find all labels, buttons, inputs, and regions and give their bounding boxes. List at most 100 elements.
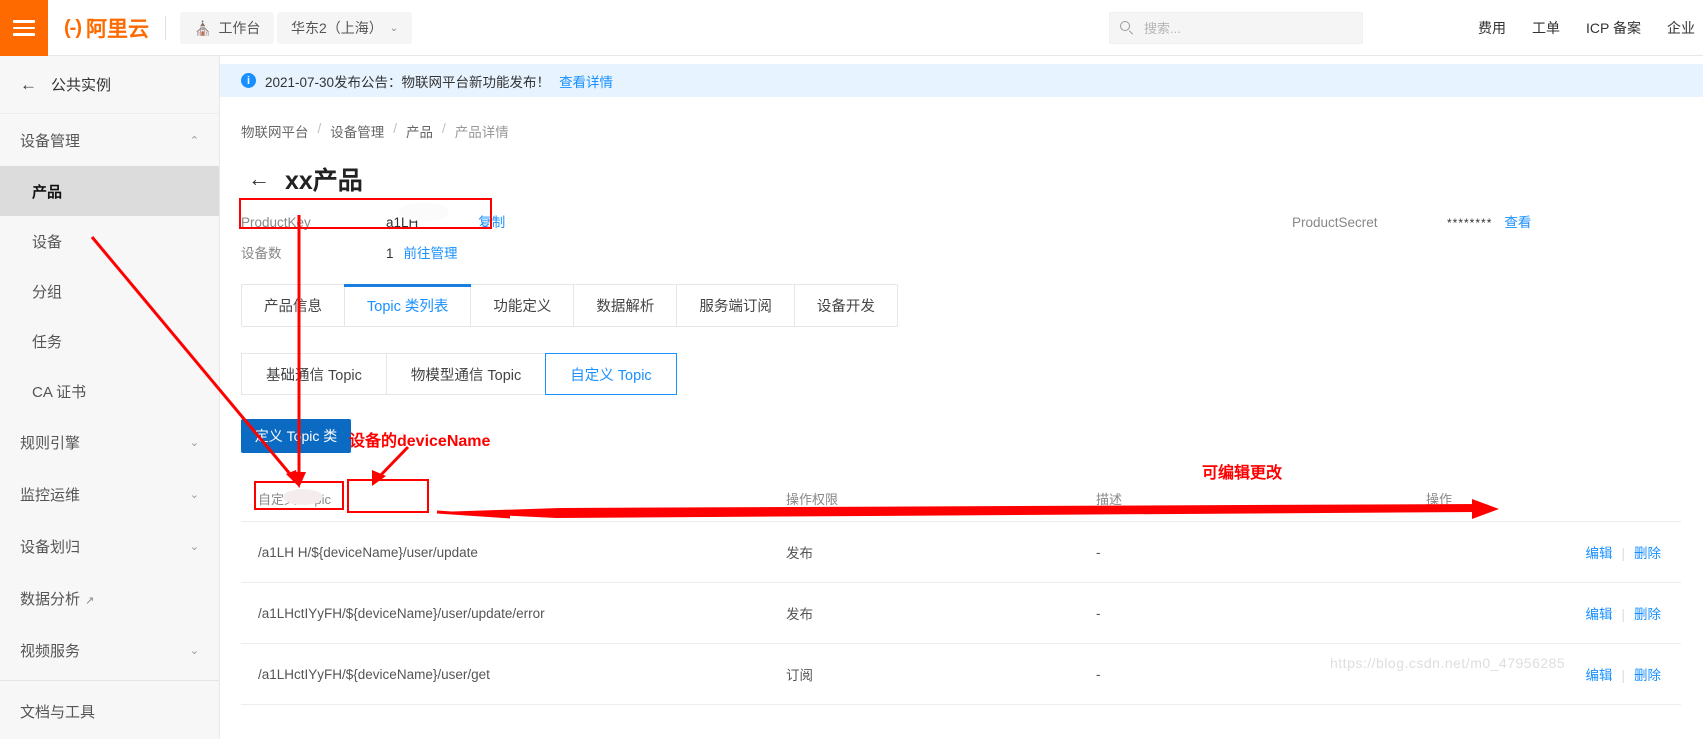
sidebar-item-task[interactable]: 任务 — [0, 316, 219, 366]
sidebar-item-label: 任务 — [32, 333, 63, 351]
delete-topic-link[interactable]: 删除 — [1634, 607, 1661, 622]
sidebar-item-device[interactable]: 设备 — [0, 216, 219, 266]
tab-product-info[interactable]: 产品信息 — [242, 285, 345, 326]
sidebar-group-video-service[interactable]: 视频服务 ⌄ — [0, 624, 219, 676]
chevron-down-icon: ⌄ — [189, 540, 199, 553]
table-body: /a1LH H/${deviceName}/user/update 发布 - 编… — [241, 521, 1681, 705]
cell-operation: 编辑 | 删除 — [1426, 643, 1681, 705]
product-secret-label: ProductSecret — [1292, 215, 1378, 230]
breadcrumb: 物联网平台 / 设备管理 / 产品 / 产品详情 — [220, 97, 1703, 141]
external-link-icon: ↗ — [85, 594, 95, 607]
edit-topic-link[interactable]: 编辑 — [1585, 546, 1612, 561]
chevron-down-icon: ⌄ — [189, 644, 199, 657]
top-header-bar: (-) 阿里云 ⛪ 工作台 华东2（上海） ⌄ 费用 工单 ICP 备案 企业 — [0, 0, 1703, 56]
region-selector[interactable]: 华东2（上海） ⌄ — [277, 12, 413, 44]
cell-permission: 发布 — [786, 521, 1096, 583]
nav-item-fee[interactable]: 费用 — [1478, 18, 1506, 38]
chevron-down-icon: ⌄ — [389, 22, 399, 34]
workbench-button[interactable]: ⛪ 工作台 — [180, 12, 275, 44]
cell-permission: 发布 — [786, 582, 1096, 644]
announcement-detail-link[interactable]: 查看详情 — [559, 71, 613, 91]
cell-description: - — [1096, 582, 1426, 644]
tab-device-development[interactable]: 设备开发 — [795, 285, 897, 326]
subtab-custom-topic[interactable]: 自定义 Topic — [545, 353, 677, 395]
sidebar-item-product[interactable]: 产品 — [0, 166, 219, 216]
edit-topic-link[interactable]: 编辑 — [1585, 668, 1612, 683]
sidebar-group-label: 数据分析 ↗ — [20, 588, 94, 609]
sidebar-group-text: 数据分析 — [20, 590, 81, 608]
nav-item-icp[interactable]: ICP 备案 — [1586, 18, 1641, 38]
sidebar-item-group[interactable]: 分组 — [0, 266, 219, 316]
redaction-mask — [418, 213, 465, 227]
device-count-row: 设备数 1 前往管理 — [241, 242, 1703, 262]
subtab-basic-communication-topic[interactable]: 基础通信 Topic — [241, 353, 386, 395]
breadcrumb-item-iot-platform[interactable]: 物联网平台 — [241, 121, 309, 141]
sidebar-item-ca-certificate[interactable]: CA 证书 — [0, 366, 219, 416]
home-icon: ⛪ — [194, 19, 212, 36]
tab-server-subscription[interactable]: 服务端订阅 — [677, 285, 795, 326]
tab-data-parsing[interactable]: 数据解析 — [574, 285, 678, 326]
breadcrumb-separator: / — [393, 121, 398, 136]
search-input[interactable] — [1142, 19, 1342, 37]
column-header-description: 描述 — [1096, 475, 1426, 522]
chevron-down-icon: ⌄ — [189, 488, 199, 501]
breadcrumb-item-product-detail: 产品详情 — [454, 125, 509, 140]
tab-label: 功能定义 — [493, 299, 552, 315]
topic-subtabs: 基础通信 Topic 物模型通信 Topic 自定义 Topic — [241, 353, 677, 395]
subtab-label: 自定义 Topic — [570, 367, 652, 384]
sidebar-group-label: 规则引擎 — [20, 434, 81, 452]
sidebar-group-monitoring[interactable]: 监控运维 ⌄ — [0, 468, 219, 520]
aliyun-logo-mark: (-) — [64, 16, 82, 39]
sidebar-item-label: CA 证书 — [32, 383, 87, 401]
action-separator: | — [1621, 668, 1625, 683]
sidebar: ← 公共实例 设备管理 ⌃ 产品 设备 分组 任务 CA 证书 规则引擎 ⌄ 监… — [0, 56, 220, 739]
view-product-secret-button[interactable]: 查看 — [1504, 211, 1531, 231]
sidebar-group-device-management[interactable]: 设备管理 ⌃ — [0, 114, 219, 166]
sidebar-group-data-analysis[interactable]: 数据分析 ↗ — [0, 572, 219, 624]
watermark: https://blog.csdn.net/m0_47956285 — [1330, 655, 1566, 671]
table-header: 自定义 Topic 操作权限 描述 操作 — [241, 475, 1681, 522]
tab-label: 设备开发 — [816, 299, 875, 315]
sidebar-divider — [0, 680, 219, 681]
subtab-label: 物模型通信 Topic — [410, 367, 522, 384]
sidebar-back-public-instance[interactable]: ← 公共实例 — [0, 56, 219, 114]
back-arrow-icon: ← — [20, 74, 37, 94]
sidebar-group-device-assignment[interactable]: 设备划归 ⌄ — [0, 520, 219, 572]
cell-operation: 编辑 | 删除 — [1426, 521, 1681, 583]
global-search[interactable] — [1109, 12, 1363, 44]
edit-topic-link[interactable]: 编辑 — [1585, 607, 1612, 622]
device-count-value: 1 — [386, 246, 394, 261]
cell-operation: 编辑 | 删除 — [1426, 582, 1681, 644]
hamburger-menu-button[interactable] — [0, 0, 48, 56]
breadcrumb-item-product[interactable]: 产品 — [406, 121, 433, 141]
table-row: /a1LHctIYyFH/${deviceName}/user/update/e… — [241, 582, 1681, 644]
delete-topic-link[interactable]: 删除 — [1634, 546, 1661, 561]
device-count-label: 设备数 — [241, 246, 282, 261]
action-separator: | — [1621, 546, 1625, 561]
sidebar-item-docs-tools[interactable]: 文档与工具 — [0, 685, 219, 737]
sidebar-item-label: 文档与工具 — [20, 703, 96, 721]
subtab-tsl-communication-topic[interactable]: 物模型通信 Topic — [385, 353, 546, 395]
tab-function-definition[interactable]: 功能定义 — [471, 285, 575, 326]
nav-item-ticket[interactable]: 工单 — [1532, 18, 1560, 38]
sidebar-item-label: 分组 — [32, 283, 63, 301]
breadcrumb-item-device-management[interactable]: 设备管理 — [330, 121, 384, 141]
announcement-text: 2021-07-30发布公告：物联网平台新功能发布！ — [265, 74, 551, 90]
cell-description: - — [1096, 521, 1426, 583]
go-to-device-management-link[interactable]: 前往管理 — [404, 242, 458, 262]
column-header-custom-topic: 自定义 Topic — [241, 475, 786, 522]
product-key-value: a1LH — [386, 215, 419, 230]
aliyun-logo[interactable]: (-) 阿里云 — [64, 13, 149, 43]
nav-item-enterprise[interactable]: 企业 — [1667, 18, 1695, 38]
delete-topic-link[interactable]: 删除 — [1634, 668, 1661, 683]
copy-product-key-button[interactable]: 复制 — [478, 211, 505, 231]
cell-topic: /a1LH H/${deviceName}/user/update — [241, 521, 786, 583]
sidebar-group-label: 监控运维 — [20, 486, 81, 504]
page-back-arrow-icon[interactable]: ← — [248, 168, 270, 190]
define-topic-class-button[interactable]: 定义 Topic 类 — [241, 419, 351, 453]
main-content: i 2021-07-30发布公告：物联网平台新功能发布！ 查看详情 物联网平台 … — [220, 56, 1703, 739]
page-title: xx产品 — [285, 167, 363, 195]
tab-topic-list[interactable]: Topic 类列表 — [343, 284, 472, 326]
sidebar-item-label: 设备 — [32, 233, 63, 251]
sidebar-group-rule-engine[interactable]: 规则引擎 ⌄ — [0, 416, 219, 468]
